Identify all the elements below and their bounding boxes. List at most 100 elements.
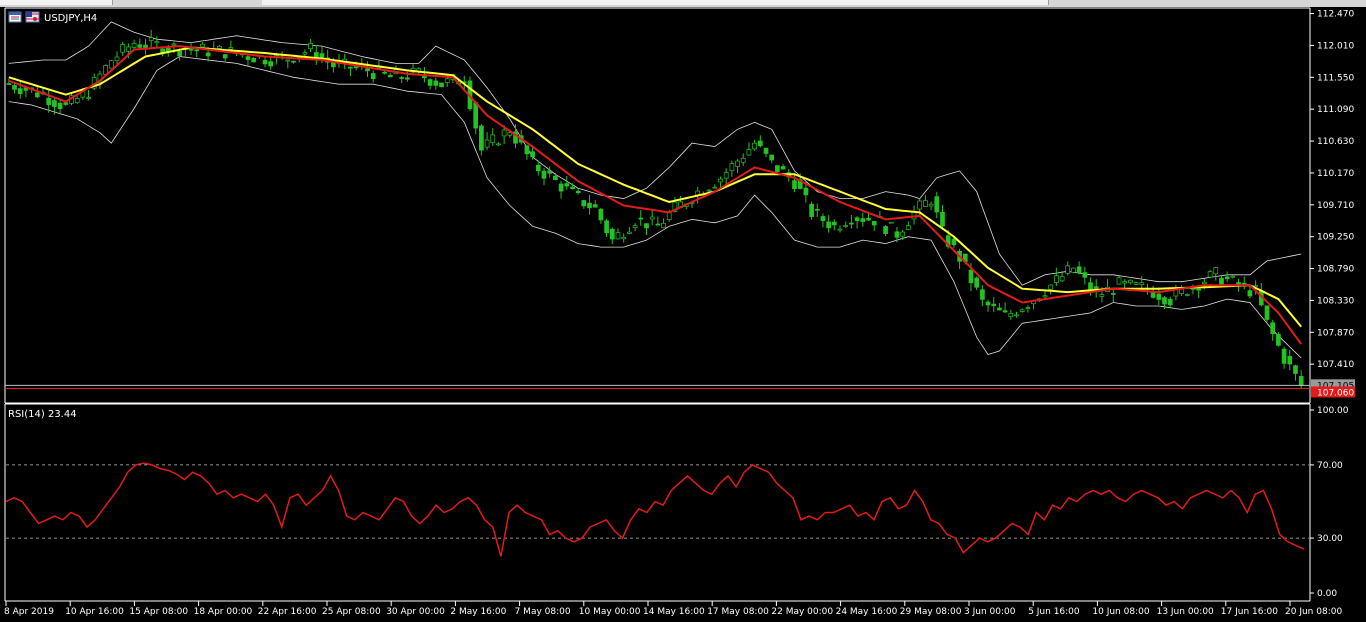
candle — [746, 142, 752, 156]
candle — [997, 303, 1002, 311]
candle — [661, 218, 666, 229]
candle-body — [1065, 265, 1071, 274]
candle — [1110, 288, 1116, 303]
candle — [598, 207, 604, 224]
candle — [120, 41, 126, 56]
time-tick-label: 25 Apr 08:00 — [322, 607, 381, 617]
candle-body — [997, 307, 1002, 311]
candle — [923, 194, 928, 207]
price-tick-label: 108.790 — [1317, 265, 1354, 275]
candle — [217, 44, 222, 49]
candle-body — [1025, 307, 1031, 309]
candle-body — [1002, 310, 1008, 313]
time-tick-label: 20 Jun 08:00 — [1285, 607, 1342, 617]
candle — [262, 56, 268, 68]
price-tick-label: 107.870 — [1317, 328, 1354, 338]
chart-canvas[interactable]: 112.470 112.010 111.550 111.090 110.630 110.1… — [0, 0, 1366, 622]
candle-body — [644, 223, 649, 229]
time-tick-label: 7 May 08:00 — [515, 607, 571, 617]
candle — [991, 297, 997, 312]
candle-body — [809, 203, 814, 217]
candle-body — [1082, 272, 1088, 278]
candle — [91, 73, 97, 91]
candle — [592, 200, 598, 208]
candle-body — [126, 46, 131, 52]
candle-body — [1014, 314, 1019, 317]
candle-body — [1076, 266, 1082, 274]
candle-body — [319, 53, 325, 58]
candle-body — [1276, 333, 1281, 346]
candle — [752, 139, 757, 151]
candle — [439, 82, 444, 88]
time-tick-label: 10 Jun 08:00 — [1092, 607, 1149, 617]
candle — [609, 227, 615, 244]
candle-body — [285, 59, 291, 62]
candle — [843, 221, 849, 228]
ma-fast-line — [8, 45, 1303, 345]
candle-body — [74, 98, 80, 104]
candle — [194, 48, 200, 57]
candle — [74, 95, 80, 105]
candle-body — [928, 203, 934, 207]
candle-body — [496, 143, 501, 146]
price-pane[interactable]: 112.470 112.010 111.550 111.090 110.630 110.1… — [4, 7, 1355, 404]
candle-body — [108, 60, 114, 69]
candle — [1287, 349, 1293, 371]
bollinger-upper-line — [8, 21, 1302, 286]
time-tick-label: 24 May 16:00 — [836, 607, 898, 617]
candle-body — [775, 165, 780, 172]
candle-body — [302, 52, 308, 55]
candle-body — [370, 73, 376, 80]
candle — [1293, 364, 1298, 381]
candle — [940, 204, 945, 228]
candle — [57, 99, 63, 114]
candle-body — [666, 212, 672, 220]
candle-body — [627, 231, 632, 234]
time-tick-label: 29 May 08:00 — [900, 607, 962, 617]
candle — [387, 72, 393, 78]
candle-body — [1224, 276, 1230, 280]
candle — [1241, 276, 1247, 290]
candle-body — [1071, 267, 1076, 273]
candle — [632, 223, 638, 232]
candle-body — [473, 102, 479, 129]
candle — [831, 219, 837, 231]
candle — [769, 154, 775, 164]
price-tick-label: 109.250 — [1317, 233, 1354, 243]
candle-body — [752, 142, 757, 150]
candle — [712, 184, 718, 189]
candle — [46, 90, 52, 113]
candle-body — [137, 44, 143, 48]
candle — [763, 147, 769, 158]
candle-body — [490, 134, 496, 143]
candle — [137, 38, 143, 49]
candle-body — [444, 78, 450, 83]
candle — [1264, 305, 1270, 323]
candle-body — [541, 170, 547, 179]
candle — [1093, 279, 1099, 298]
candle-body — [621, 237, 627, 240]
candle-body — [866, 218, 871, 221]
candle-body — [883, 226, 888, 234]
candle — [251, 56, 257, 63]
chart-title: USDJPY,H4 — [44, 13, 97, 24]
time-tick-label: 14 May 16:00 — [643, 607, 705, 617]
candle-body — [1293, 365, 1298, 374]
candle — [200, 42, 205, 48]
candle — [849, 215, 854, 229]
candle — [1179, 285, 1184, 297]
candle-body — [905, 225, 911, 230]
candle — [911, 205, 917, 225]
rsi-pane[interactable]: 100.00 70.00 30.00 0.00 RSI(14) 23.44 — [4, 403, 1349, 602]
candle-body — [1298, 376, 1304, 386]
candle — [729, 160, 735, 177]
candle-body — [143, 44, 148, 48]
candle-body — [1213, 267, 1219, 275]
candle — [382, 70, 387, 75]
candle-body — [291, 60, 296, 63]
candle-body — [262, 59, 268, 65]
candle — [1167, 296, 1173, 309]
candle — [871, 220, 877, 232]
candle — [820, 213, 826, 228]
candle — [108, 59, 114, 69]
